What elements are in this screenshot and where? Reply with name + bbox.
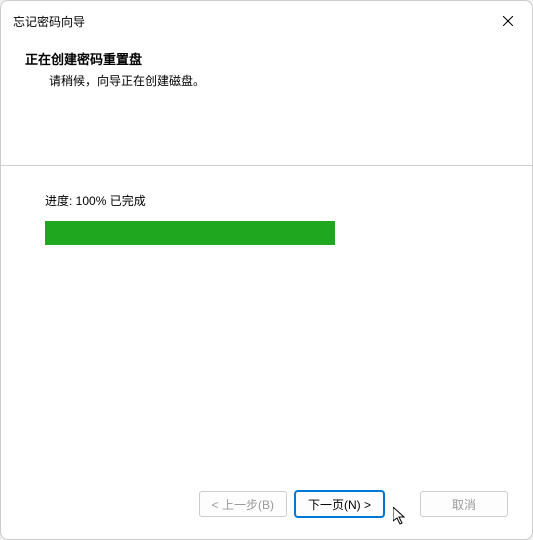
close-button[interactable] xyxy=(496,9,520,33)
progress-bar xyxy=(45,221,335,245)
wizard-window: 忘记密码向导 正在创建密码重置盘 请稍候，向导正在创建磁盘。 进度: 100% … xyxy=(0,0,533,540)
back-button[interactable]: < 上一步(B) xyxy=(199,491,287,517)
progress-label: 进度: 100% 已完成 xyxy=(45,192,488,209)
header-section: 正在创建密码重置盘 请稍候，向导正在创建磁盘。 xyxy=(1,41,532,105)
cancel-button[interactable]: 取消 xyxy=(420,491,508,517)
progress-section: 进度: 100% 已完成 xyxy=(1,166,532,271)
footer: < 上一步(B) 下一页(N) > 取消 xyxy=(1,471,532,539)
progress-bar-fill xyxy=(45,221,335,245)
wizard-subheading: 请稍候，向导正在创建磁盘。 xyxy=(25,72,508,89)
content-area: 正在创建密码重置盘 请稍候，向导正在创建磁盘。 进度: 100% 已完成 xyxy=(1,41,532,471)
titlebar: 忘记密码向导 xyxy=(1,1,532,41)
next-button[interactable]: 下一页(N) > xyxy=(295,491,384,517)
close-icon xyxy=(503,16,513,26)
window-title: 忘记密码向导 xyxy=(13,13,85,30)
wizard-heading: 正在创建密码重置盘 xyxy=(25,49,508,68)
